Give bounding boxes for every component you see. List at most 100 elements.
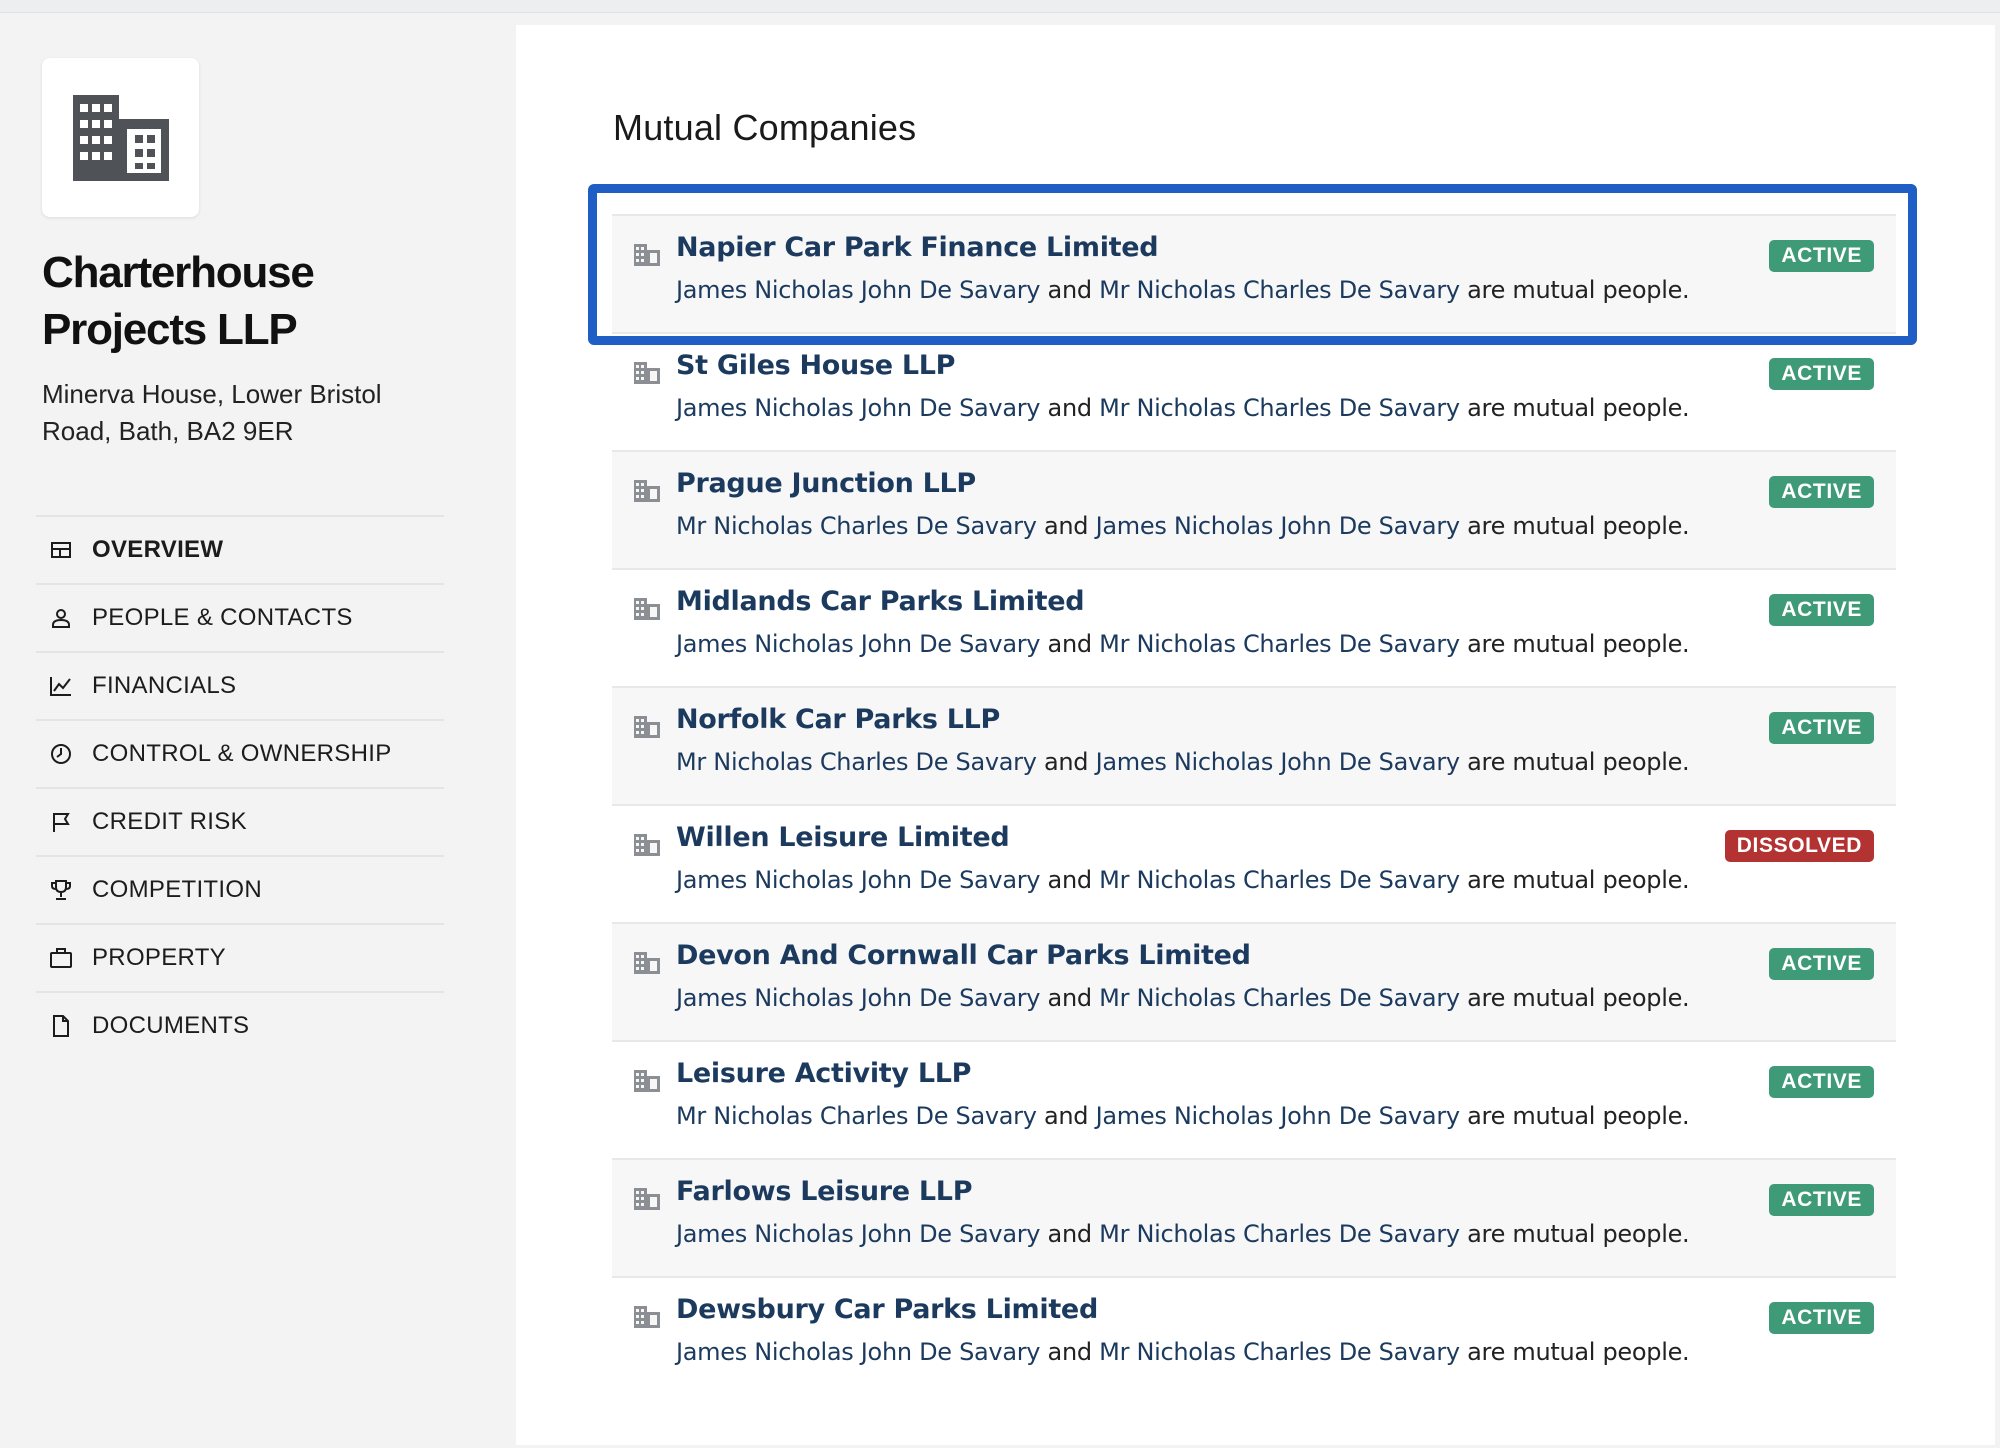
person-link[interactable]: James Nicholas John De Savary xyxy=(676,1220,1041,1248)
nav-item-label: FINANCIALS xyxy=(92,672,237,699)
company-row[interactable]: St Giles House LLP James Nicholas John De… xyxy=(612,332,1896,450)
nav-item-competition[interactable]: COMPETITION xyxy=(36,855,444,923)
connector-text: and xyxy=(1043,512,1089,540)
connector-text: and xyxy=(1047,630,1093,658)
nav-item-people-contacts[interactable]: PEOPLE & CONTACTS xyxy=(36,583,444,651)
company-row[interactable]: Napier Car Park Finance Limited James Nic… xyxy=(612,214,1896,332)
company-row[interactable]: Dewsbury Car Parks Limited James Nicholas… xyxy=(612,1276,1896,1394)
company-row[interactable]: Leisure Activity LLP Mr Nicholas Charles … xyxy=(612,1040,1896,1158)
person-link[interactable]: Mr Nicholas Charles De Savary xyxy=(676,512,1037,540)
person-icon xyxy=(46,603,76,633)
person-link[interactable]: Mr Nicholas Charles De Savary xyxy=(1099,866,1460,894)
person-link[interactable]: James Nicholas John De Savary xyxy=(676,630,1041,658)
nav-item-label: CREDIT RISK xyxy=(92,808,247,835)
person-link[interactable]: James Nicholas John De Savary xyxy=(1096,1102,1461,1130)
person-link[interactable]: James Nicholas John De Savary xyxy=(676,984,1041,1012)
company-row[interactable]: Prague Junction LLP Mr Nicholas Charles D… xyxy=(612,450,1896,568)
chart-line-icon xyxy=(46,671,76,701)
mutual-people-text: Mr Nicholas Charles De Savary and James … xyxy=(676,748,1690,776)
status-badge: ACTIVE xyxy=(1769,1184,1874,1216)
nav-item-label: PROPERTY xyxy=(92,944,226,971)
building-icon xyxy=(634,1188,660,1215)
person-link[interactable]: James Nicholas John De Savary xyxy=(676,394,1041,422)
overview-icon xyxy=(46,535,76,565)
mutual-companies-list: Napier Car Park Finance Limited James Nic… xyxy=(612,214,1896,1394)
mutual-suffix-text: are mutual people. xyxy=(1467,1338,1690,1366)
flag-icon xyxy=(46,807,76,837)
nav-item-label: DOCUMENTS xyxy=(92,1012,250,1039)
building-icon xyxy=(634,1070,660,1097)
building-icon xyxy=(634,480,660,507)
trophy-icon xyxy=(46,875,76,905)
mutual-people-text: James Nicholas John De Savary and Mr Nic… xyxy=(676,1220,1690,1248)
mutual-suffix-text: are mutual people. xyxy=(1467,630,1690,658)
status-badge: ACTIVE xyxy=(1769,240,1874,272)
nav-item-financials[interactable]: FINANCIALS xyxy=(36,651,444,719)
status-badge: ACTIVE xyxy=(1769,594,1874,626)
connector-text: and xyxy=(1047,1338,1093,1366)
status-badge: ACTIVE xyxy=(1769,1066,1874,1098)
company-row[interactable]: Midlands Car Parks Limited James Nicholas… xyxy=(612,568,1896,686)
company-row[interactable]: Devon And Cornwall Car Parks Limited Jame… xyxy=(612,922,1896,1040)
company-row[interactable]: Norfolk Car Parks LLP Mr Nicholas Charles… xyxy=(612,686,1896,804)
company-row[interactable]: Willen Leisure Limited James Nicholas Joh… xyxy=(612,804,1896,922)
nav-item-label: OVERVIEW xyxy=(92,536,224,563)
company-link[interactable]: Prague Junction LLP xyxy=(676,468,976,499)
company-link[interactable]: Napier Car Park Finance Limited xyxy=(676,232,1159,263)
person-link[interactable]: Mr Nicholas Charles De Savary xyxy=(1099,630,1460,658)
company-link[interactable]: St Giles House LLP xyxy=(676,350,955,381)
building-icon xyxy=(634,244,660,271)
connector-text: and xyxy=(1047,276,1093,304)
nav-item-control-ownership[interactable]: CONTROL & OWNERSHIP xyxy=(36,719,444,787)
main-panel: Mutual Companies Napier Car Park Finance… xyxy=(516,25,1995,1445)
mutual-suffix-text: are mutual people. xyxy=(1467,748,1690,776)
building-icon xyxy=(634,598,660,625)
person-link[interactable]: Mr Nicholas Charles De Savary xyxy=(1099,984,1460,1012)
building-icon xyxy=(634,952,660,979)
clock-icon xyxy=(46,739,76,769)
connector-text: and xyxy=(1047,866,1093,894)
company-link[interactable]: Willen Leisure Limited xyxy=(676,822,1010,853)
person-link[interactable]: Mr Nicholas Charles De Savary xyxy=(1099,276,1460,304)
mutual-suffix-text: are mutual people. xyxy=(1467,1102,1690,1130)
company-row[interactable]: Farlows Leisure LLP James Nicholas John D… xyxy=(612,1158,1896,1276)
company-link[interactable]: Leisure Activity LLP xyxy=(676,1058,971,1089)
connector-text: and xyxy=(1043,1102,1089,1130)
person-link[interactable]: Mr Nicholas Charles De Savary xyxy=(1099,1220,1460,1248)
person-link[interactable]: James Nicholas John De Savary xyxy=(1096,512,1461,540)
mutual-people-text: James Nicholas John De Savary and Mr Nic… xyxy=(676,984,1690,1012)
person-link[interactable]: James Nicholas John De Savary xyxy=(676,1338,1041,1366)
person-link[interactable]: Mr Nicholas Charles De Savary xyxy=(676,748,1037,776)
person-link[interactable]: James Nicholas John De Savary xyxy=(676,866,1041,894)
nav-item-label: PEOPLE & CONTACTS xyxy=(92,604,353,631)
building-icon xyxy=(634,716,660,743)
nav-item-label: CONTROL & OWNERSHIP xyxy=(92,740,392,767)
building-icon xyxy=(634,1306,660,1333)
nav-item-label: COMPETITION xyxy=(92,876,262,903)
section-title: Mutual Companies xyxy=(613,107,917,148)
person-link[interactable]: Mr Nicholas Charles De Savary xyxy=(676,1102,1037,1130)
sidebar: Charterhouse Projects LLP Minerva House,… xyxy=(0,12,516,1448)
mutual-people-text: Mr Nicholas Charles De Savary and James … xyxy=(676,512,1690,540)
company-link[interactable]: Devon And Cornwall Car Parks Limited xyxy=(676,940,1251,971)
person-link[interactable]: Mr Nicholas Charles De Savary xyxy=(1099,1338,1460,1366)
status-badge: ACTIVE xyxy=(1769,358,1874,390)
nav-item-documents[interactable]: DOCUMENTS xyxy=(36,991,444,1059)
company-link[interactable]: Dewsbury Car Parks Limited xyxy=(676,1294,1098,1325)
nav-item-overview[interactable]: OVERVIEW xyxy=(36,515,444,583)
sidebar-nav: OVERVIEW PEOPLE & CONTACTS FINANCIALS CO… xyxy=(36,515,444,1059)
company-link[interactable]: Farlows Leisure LLP xyxy=(676,1176,973,1207)
mutual-people-text: James Nicholas John De Savary and Mr Nic… xyxy=(676,1338,1690,1366)
person-link[interactable]: James Nicholas John De Savary xyxy=(1096,748,1461,776)
nav-item-property[interactable]: PROPERTY xyxy=(36,923,444,991)
nav-item-credit-risk[interactable]: CREDIT RISK xyxy=(36,787,444,855)
company-link[interactable]: Midlands Car Parks Limited xyxy=(676,586,1085,617)
mutual-suffix-text: are mutual people. xyxy=(1467,984,1690,1012)
building-icon xyxy=(634,362,660,389)
person-link[interactable]: James Nicholas John De Savary xyxy=(676,276,1041,304)
person-link[interactable]: Mr Nicholas Charles De Savary xyxy=(1099,394,1460,422)
briefcase-icon xyxy=(46,943,76,973)
company-address: Minerva House, Lower Bristol Road, Bath,… xyxy=(42,379,382,446)
mutual-suffix-text: are mutual people. xyxy=(1467,512,1690,540)
company-link[interactable]: Norfolk Car Parks LLP xyxy=(676,704,1000,735)
